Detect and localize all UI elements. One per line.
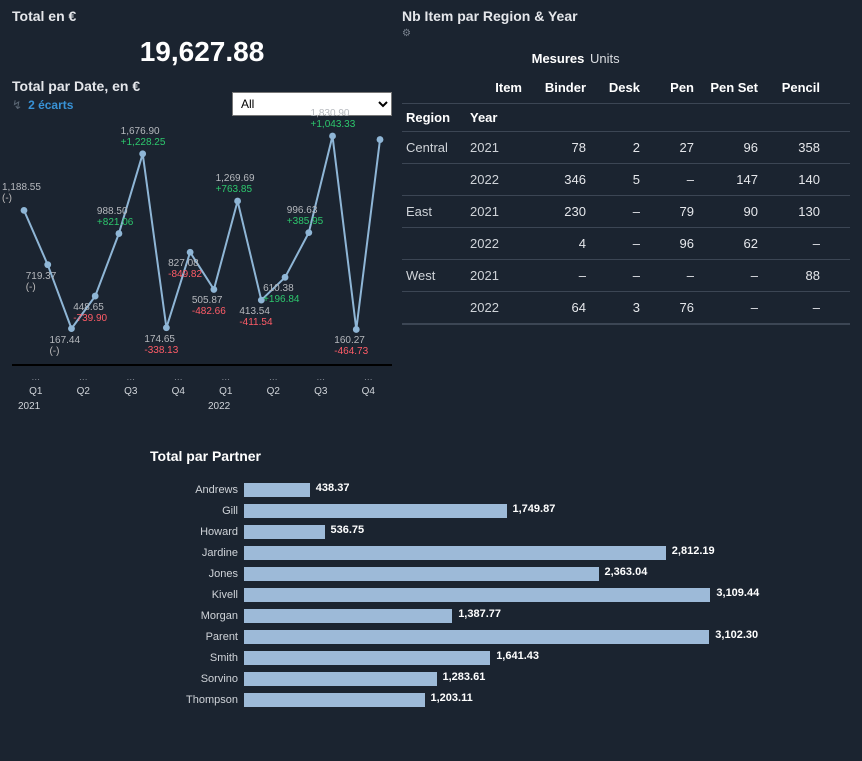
data-point-label: 1,188.55(-)	[2, 182, 41, 204]
table-row: West2021––––88	[402, 260, 850, 292]
gear-icon[interactable]: ⚙	[402, 28, 850, 39]
bar-fill	[244, 693, 425, 707]
bar-value: 3,109.44	[716, 587, 759, 599]
bar-value: 1,749.87	[513, 503, 556, 515]
spark-icon: ↯	[12, 98, 22, 112]
bar-value: 2,812.19	[672, 545, 715, 557]
bar-value: 1,203.11	[431, 692, 473, 704]
bar-row: Sorvino 1,283.61	[150, 669, 862, 689]
bar-category: Thompson	[150, 694, 244, 706]
bar-row: Smith 1,641.43	[150, 648, 862, 668]
bar-category: Kivell	[150, 589, 244, 601]
bar-fill	[244, 483, 310, 497]
bar-category: Andrews	[150, 484, 244, 496]
table-row: 202264376––	[402, 292, 850, 325]
bar-fill	[244, 546, 666, 560]
bar-fill	[244, 504, 507, 518]
col-pen[interactable]: Pen	[644, 72, 698, 103]
bar-category: Howard	[150, 526, 244, 538]
table-row: East2021230–7990130	[402, 196, 850, 228]
col-penset[interactable]: Pen Set	[698, 72, 762, 103]
bar-value: 2,363.04	[605, 566, 648, 578]
bar-category: Gill	[150, 505, 244, 517]
table-row: Central20217822796358	[402, 132, 850, 164]
bar-value: 438.37	[316, 482, 350, 494]
bar-fill	[244, 525, 325, 539]
bar-fill	[244, 630, 709, 644]
col-binder[interactable]: Binder	[526, 72, 590, 103]
data-point-label: 448.65-739.90	[73, 302, 107, 324]
bar-row: Howard 536.75	[150, 522, 862, 542]
data-point-label: 1,830.90+1,043.33	[311, 108, 356, 130]
partner-bar-chart: Andrews 438.37 Gill 1,749.87 Howard 536.75 Jar…	[150, 480, 862, 710]
table-title: Nb Item par Region & Year	[402, 8, 850, 24]
data-point-label: 505.87-482.66	[192, 295, 226, 317]
header-mesures: Mesures	[526, 45, 590, 72]
bar-fill	[244, 609, 452, 623]
bar-value: 536.75	[331, 524, 365, 536]
bar-row: Morgan 1,387.77	[150, 606, 862, 626]
bar-category: Morgan	[150, 610, 244, 622]
bar-category: Smith	[150, 652, 244, 664]
bar-fill	[244, 588, 710, 602]
bar-value: 3,102.30	[715, 629, 758, 641]
bar-category: Sorvino	[150, 673, 244, 685]
data-point-label: 827.08-849.82	[168, 258, 202, 280]
header-item: Item	[466, 72, 526, 103]
bar-row: Parent 3,102.30	[150, 627, 862, 647]
data-point-label: 610.38+196.84	[263, 283, 299, 305]
header-units: Units	[590, 45, 644, 72]
bar-value: 1,387.77	[458, 608, 501, 620]
bar-fill	[244, 672, 437, 686]
total-value: 19,627.88	[12, 36, 392, 68]
bar-row: Andrews 438.37	[150, 480, 862, 500]
bar-category: Parent	[150, 631, 244, 643]
bar-fill	[244, 567, 599, 581]
pivot-table: Mesures Units Item Binder Desk Pen Pen S…	[402, 45, 850, 325]
data-point-label: 413.54-411.54	[239, 306, 272, 328]
col-desk[interactable]: Desk	[590, 72, 644, 103]
total-title: Total en €	[12, 8, 392, 24]
header-year: Year	[466, 104, 526, 131]
col-pencil[interactable]: Pencil	[762, 72, 824, 103]
bar-value: 1,641.43	[496, 650, 539, 662]
data-point-label: 1,269.69+763.85	[216, 173, 255, 195]
year-row: 20212022	[12, 397, 392, 412]
bar-value: 1,283.61	[443, 671, 486, 683]
data-point-label: 167.44(-)	[49, 335, 80, 357]
line-chart: 1,188.55(-)719.37(-)167.44(-)448.65-739.…	[12, 122, 392, 382]
bar-row: Thompson 1,203.11	[150, 690, 862, 710]
table-row: 20224–9662–	[402, 228, 850, 260]
data-point-label: 160.27-464.73	[334, 335, 368, 357]
header-region: Region	[402, 104, 466, 131]
bar-category: Jardine	[150, 547, 244, 559]
bar-fill	[244, 651, 490, 665]
bar-category: Jones	[150, 568, 244, 580]
bar-row: Jardine 2,812.19	[150, 543, 862, 563]
data-point-label: 988.50+821.06	[97, 206, 133, 228]
partner-chart-title: Total par Partner	[150, 448, 862, 464]
bar-row: Gill 1,749.87	[150, 501, 862, 521]
bar-row: Kivell 3,109.44	[150, 585, 862, 605]
bar-row: Jones 2,363.04	[150, 564, 862, 584]
data-point-label: 719.37(-)	[26, 271, 57, 293]
ecarts-link[interactable]: 2 écarts	[28, 98, 73, 112]
table-row: 20223465–147140	[402, 164, 850, 196]
data-point-label: 996.63+385.95	[287, 205, 323, 227]
data-point-label: 174.65-338.13	[144, 334, 178, 356]
data-point-label: 1,676.90+1,228.25	[121, 126, 166, 148]
